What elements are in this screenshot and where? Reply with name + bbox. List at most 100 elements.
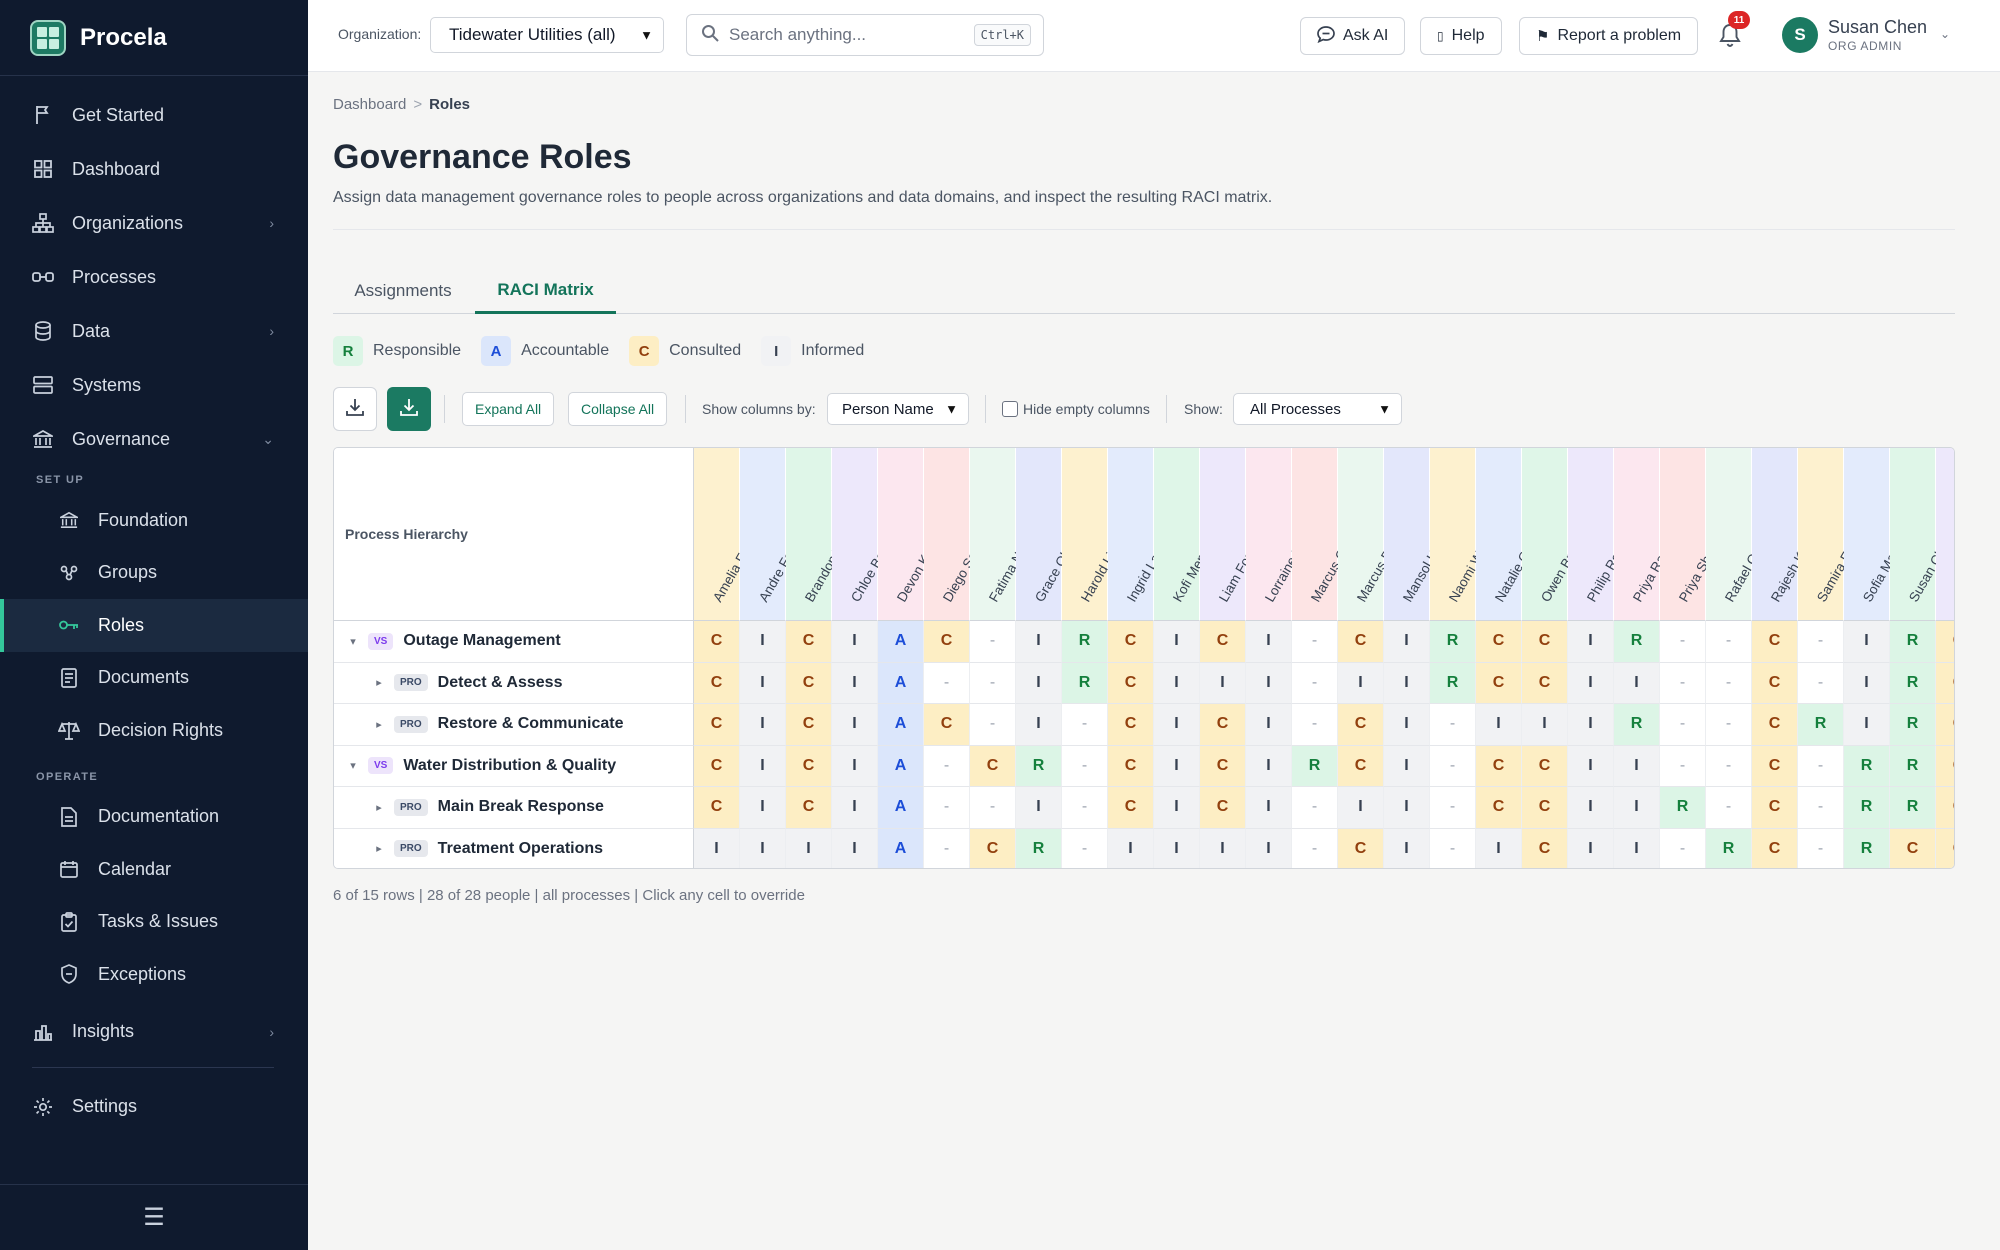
raci-cell[interactable]: C <box>1522 621 1568 663</box>
raci-cell[interactable]: I <box>1154 704 1200 746</box>
raci-cell[interactable]: C <box>1752 828 1798 868</box>
raci-cell[interactable]: - <box>1706 745 1752 787</box>
raci-cell[interactable]: I <box>1246 828 1292 868</box>
raci-cell[interactable]: I <box>1246 662 1292 704</box>
raci-cell[interactable]: C <box>1200 745 1246 787</box>
chevron-down-icon[interactable]: ⌄ <box>1940 27 1950 41</box>
raci-cell[interactable]: C <box>1752 704 1798 746</box>
person-column-header[interactable]: Mansol Hadid <box>1384 448 1454 621</box>
sidebar-item-decision-rights[interactable]: Decision Rights <box>0 704 308 757</box>
raci-cell[interactable]: I <box>1154 787 1200 829</box>
raci-cell[interactable]: I <box>1200 662 1246 704</box>
raci-cell[interactable]: R <box>1890 745 1936 787</box>
raci-cell[interactable]: C <box>1108 787 1154 829</box>
raci-cell[interactable]: R <box>1844 787 1890 829</box>
raci-cell[interactable]: I <box>1384 621 1430 663</box>
person-column-header[interactable]: Amelia Ford <box>694 448 759 621</box>
person-column-header[interactable]: Susan Chen <box>1890 448 1954 621</box>
raci-cell[interactable]: - <box>1062 787 1108 829</box>
raci-cell[interactable]: I <box>1154 745 1200 787</box>
raci-cell[interactable]: I <box>1338 787 1384 829</box>
help-button[interactable]: ▯ Help <box>1420 17 1502 55</box>
raci-cell[interactable]: I <box>1384 745 1430 787</box>
raci-cell[interactable]: I <box>740 704 786 746</box>
process-row-label[interactable]: ▸ PRO Detect & Assess <box>334 662 694 704</box>
raci-cell[interactable]: - <box>924 787 970 829</box>
search-input[interactable]: Search anything... <box>729 25 866 45</box>
organization-select[interactable]: Tidewater Utilities (all) ▼ <box>430 17 664 53</box>
raci-cell[interactable]: R <box>1844 745 1890 787</box>
collapse-caret-icon[interactable]: ▾ <box>344 635 362 648</box>
person-column-header[interactable]: Owen Bradley <box>1522 448 1593 621</box>
brand[interactable]: Procela <box>0 0 308 76</box>
raci-cell[interactable]: R <box>1890 704 1936 746</box>
raci-cell[interactable]: R <box>1016 745 1062 787</box>
tab-raci-matrix[interactable]: RACI Matrix <box>475 268 616 314</box>
raci-cell[interactable]: I <box>1108 828 1154 868</box>
expand-all-button[interactable]: Expand All <box>462 392 555 426</box>
raci-cell[interactable]: - <box>1660 704 1706 746</box>
raci-cell[interactable]: - <box>970 787 1016 829</box>
raci-cell[interactable]: I <box>1384 704 1430 746</box>
process-row-label[interactable]: ▸ PRO Main Break Response <box>334 787 694 829</box>
raci-cell[interactable]: C <box>786 704 832 746</box>
raci-cell[interactable]: C <box>1476 787 1522 829</box>
raci-cell[interactable]: I <box>1246 621 1292 663</box>
person-column-header[interactable]: Liam Foster <box>1200 448 1265 621</box>
raci-cell[interactable]: I <box>832 787 878 829</box>
raci-cell[interactable]: C <box>1522 828 1568 868</box>
raci-cell[interactable]: I <box>1476 828 1522 868</box>
person-column-header[interactable]: Ingrid Larsson <box>1108 448 1180 621</box>
raci-cell[interactable]: R <box>1844 828 1890 868</box>
raci-cell[interactable]: I <box>1200 828 1246 868</box>
raci-cell[interactable]: A <box>878 828 924 868</box>
raci-cell[interactable]: I <box>1568 662 1614 704</box>
sidebar-item-governance[interactable]: Governance ⌄ <box>0 412 308 466</box>
raci-cell[interactable]: I <box>1614 828 1660 868</box>
user-name[interactable]: Susan Chen <box>1828 17 1927 38</box>
person-column-header[interactable]: Rajesh Kapoor <box>1752 448 1826 621</box>
raci-cell[interactable]: C <box>694 662 740 704</box>
raci-cell[interactable]: R <box>1798 704 1844 746</box>
raci-cell[interactable]: R <box>1062 621 1108 663</box>
raci-cell[interactable]: I <box>1154 828 1200 868</box>
person-column-header[interactable]: Devon Kershaw <box>878 448 955 621</box>
raci-cell[interactable]: - <box>1430 745 1476 787</box>
sidebar-item-get-started[interactable]: Get Started <box>0 88 308 142</box>
raci-cell[interactable]: I <box>1016 621 1062 663</box>
raci-cell[interactable]: I <box>1614 745 1660 787</box>
process-row-label[interactable]: ▸ PRO Restore & Communicate <box>334 704 694 746</box>
raci-cell[interactable]: C <box>1936 787 1954 829</box>
search-box[interactable]: Search anything... Ctrl+K <box>686 14 1044 56</box>
raci-cell[interactable]: C <box>694 787 740 829</box>
raci-cell[interactable]: I <box>1522 704 1568 746</box>
raci-cell[interactable]: C <box>1936 621 1954 663</box>
person-column-header[interactable]: Harold Lindstrom <box>1062 448 1142 621</box>
person-column-header[interactable]: Marcus Delgado <box>1338 448 1416 621</box>
process-row-label[interactable]: ▾ VS Water Distribution & Quality <box>334 745 694 787</box>
raci-cell[interactable]: C <box>1752 662 1798 704</box>
raci-cell[interactable]: - <box>1706 662 1752 704</box>
process-row-label[interactable]: ▾ VS Outage Management <box>334 621 694 663</box>
raci-cell[interactable]: I <box>694 828 740 868</box>
raci-cell[interactable]: R <box>1890 621 1936 663</box>
person-column-header[interactable]: Philip Rosenberg <box>1568 448 1648 621</box>
raci-cell[interactable]: I <box>1154 621 1200 663</box>
raci-cell[interactable]: C <box>1936 662 1954 704</box>
raci-cell[interactable]: I <box>1246 745 1292 787</box>
expand-caret-icon[interactable]: ▸ <box>370 718 388 731</box>
collapse-all-button[interactable]: Collapse All <box>568 392 668 426</box>
raci-cell[interactable]: A <box>878 745 924 787</box>
raci-cell[interactable]: R <box>1706 828 1752 868</box>
raci-cell[interactable]: R <box>1062 662 1108 704</box>
person-column-header[interactable]: Diego Santos <box>924 448 994 621</box>
sidebar-item-organizations[interactable]: Organizations › <box>0 196 308 250</box>
sidebar-item-calendar[interactable]: Calendar <box>0 843 308 896</box>
sidebar-item-data[interactable]: Data › <box>0 304 308 358</box>
person-column-header[interactable]: Tomas Alvarez <box>1936 448 1954 621</box>
ask-ai-button[interactable]: Ask AI <box>1300 17 1406 55</box>
expand-caret-icon[interactable]: ▸ <box>370 842 388 855</box>
raci-cell[interactable]: - <box>924 828 970 868</box>
raci-cell[interactable]: I <box>1568 621 1614 663</box>
raci-cell[interactable]: R <box>1660 787 1706 829</box>
